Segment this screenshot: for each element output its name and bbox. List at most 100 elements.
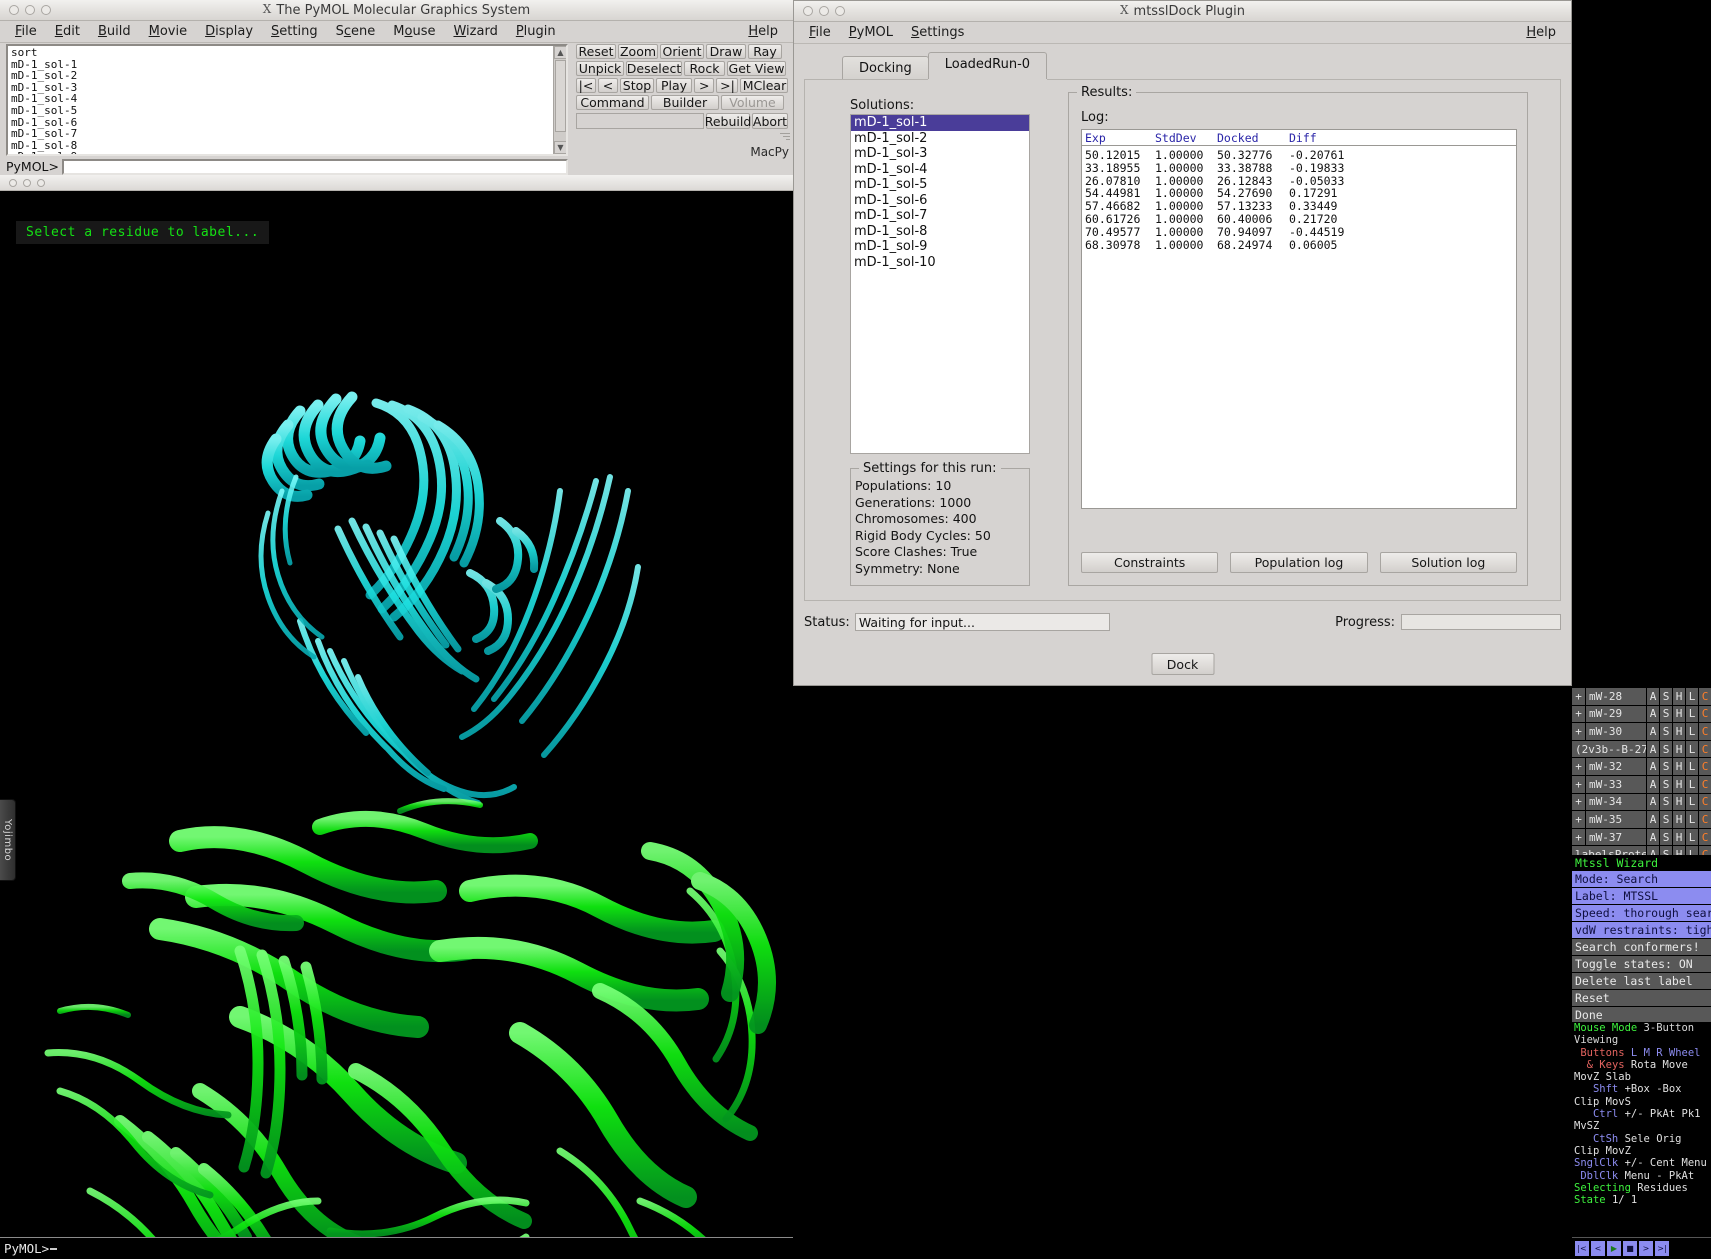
label-button-l[interactable]: L (1685, 741, 1698, 758)
object-name[interactable]: mW-29 (1586, 706, 1646, 723)
mtssl-minimize-dot[interactable] (819, 6, 829, 16)
feedback-scrollbar[interactable]: ▲ ▼ (553, 46, 566, 154)
hide-button-h[interactable]: H (1672, 758, 1685, 775)
action-button-a[interactable]: A (1646, 706, 1659, 723)
menu-scene[interactable]: Scene (327, 23, 385, 40)
hide-button-h[interactable]: H (1672, 829, 1685, 846)
wizard-delete-label-button[interactable]: Delete last label (1572, 973, 1711, 989)
show-button-s[interactable]: S (1659, 723, 1672, 740)
pymol-command-input[interactable] (62, 159, 568, 175)
solution-option[interactable]: mD-1_sol-7 (851, 208, 1029, 224)
show-button-s[interactable]: S (1659, 706, 1672, 723)
color-button-c[interactable]: C (1698, 811, 1711, 828)
color-button-c[interactable]: C (1698, 741, 1711, 758)
close-button-dot[interactable] (9, 5, 19, 15)
hide-button-h[interactable]: H (1672, 741, 1685, 758)
ray-button[interactable]: Ray (748, 44, 782, 59)
hide-button-h[interactable]: H (1672, 794, 1685, 811)
expand-icon[interactable]: + (1572, 723, 1586, 740)
state-row[interactable]: State 1/ 1 (1574, 1194, 1711, 1206)
expand-icon[interactable]: + (1572, 829, 1586, 846)
color-button-c[interactable]: C (1698, 829, 1711, 846)
list-item[interactable]: + mW-37 A S H L C (1572, 829, 1711, 846)
yojimbo-drawer-tab[interactable]: Yojimbo (0, 799, 16, 881)
solution-option[interactable]: mD-1_sol-4 (851, 162, 1029, 178)
solution-option[interactable]: mD-1_sol-5 (851, 177, 1029, 193)
show-button-s[interactable]: S (1659, 811, 1672, 828)
viewer-titlebar[interactable] (0, 175, 793, 191)
viewer-maximize-dot[interactable] (37, 179, 45, 187)
label-button-l[interactable]: L (1685, 829, 1698, 846)
color-button-c[interactable]: C (1698, 688, 1711, 705)
minimize-button-dot[interactable] (25, 5, 35, 15)
volume-button[interactable]: Volume (721, 95, 784, 110)
mtssl-menu-pymol[interactable]: PyMOL (840, 24, 902, 41)
expand-icon[interactable]: + (1572, 794, 1586, 811)
solution-option[interactable]: mD-1_sol-1 (851, 115, 1029, 131)
object-name[interactable]: mW-28 (1586, 688, 1646, 705)
results-log-table[interactable]: Exp StdDev Docked Diff 50.12015 1.00000 … (1081, 129, 1517, 509)
mouse-mode-header[interactable]: Mouse Mode 3-Button Viewing (1574, 1022, 1711, 1047)
population-log-button[interactable]: Population log (1230, 552, 1367, 573)
reset-button[interactable]: Reset (576, 44, 616, 59)
tab-docking[interactable]: Docking (842, 56, 929, 81)
label-button-l[interactable]: L (1685, 794, 1698, 811)
scroll-up-icon[interactable]: ▲ (554, 46, 567, 59)
movie-first-button[interactable]: |< (576, 78, 596, 93)
list-item[interactable]: + mW-29 A S H L C (1572, 706, 1711, 723)
wizard-vdw-row[interactable]: vdW restraints: tight (1572, 922, 1711, 938)
rebuild-button[interactable]: Rebuild (706, 113, 750, 129)
wizard-done-button[interactable]: Done (1572, 1007, 1711, 1023)
list-item[interactable]: + mW-28 A S H L C (1572, 688, 1711, 705)
object-name[interactable]: (2v3b--B-27-GL (1572, 741, 1646, 758)
maximize-button-dot[interactable] (41, 5, 51, 15)
label-button-l[interactable]: L (1685, 688, 1698, 705)
window-controls[interactable] (9, 5, 51, 15)
movie-last-button[interactable]: >| (716, 78, 738, 93)
hide-button-h[interactable]: H (1672, 776, 1685, 793)
selecting-row[interactable]: Selecting Residues (1574, 1182, 1711, 1194)
color-button-c[interactable]: C (1698, 776, 1711, 793)
list-item[interactable]: + mW-30 A S H L C (1572, 723, 1711, 740)
deselect-button[interactable]: Deselect (626, 61, 682, 76)
orient-button[interactable]: Orient (660, 44, 704, 59)
movie-next-button[interactable]: > (694, 78, 714, 93)
solutions-listbox[interactable]: mD-1_sol-1 mD-1_sol-2 mD-1_sol-3 mD-1_so… (850, 114, 1030, 454)
dock-button[interactable]: Dock (1151, 653, 1214, 675)
menu-wizard[interactable]: Wizard (444, 23, 506, 40)
viewer-close-dot[interactable] (9, 179, 17, 187)
pymol-feedback-console[interactable]: sort mD-1_sol-1 mD-1_sol-2 mD-1_sol-3 mD… (6, 44, 568, 156)
object-name[interactable]: mW-35 (1586, 811, 1646, 828)
action-button-a[interactable]: A (1646, 776, 1659, 793)
color-button-c[interactable]: C (1698, 758, 1711, 775)
label-button-l[interactable]: L (1685, 758, 1698, 775)
color-button-c[interactable]: C (1698, 706, 1711, 723)
mtssl-titlebar[interactable]: XmtsslDock Plugin (794, 1, 1571, 22)
solution-option[interactable]: mD-1_sol-2 (851, 131, 1029, 147)
object-name[interactable]: mW-34 (1586, 794, 1646, 811)
menu-plugin[interactable]: Plugin (507, 23, 565, 40)
label-button-l[interactable]: L (1685, 723, 1698, 740)
menu-build[interactable]: Build (89, 23, 140, 40)
show-button-s[interactable]: S (1659, 688, 1672, 705)
wizard-toggle-states-button[interactable]: Toggle states: ON (1572, 956, 1711, 972)
object-name[interactable]: mW-30 (1586, 723, 1646, 740)
hide-button-h[interactable]: H (1672, 688, 1685, 705)
zoom-button[interactable]: Zoom (618, 44, 658, 59)
mclear-button[interactable]: MClear (740, 78, 788, 93)
list-item[interactable]: + mW-34 A S H L C (1572, 794, 1711, 811)
mtssl-menu-settings[interactable]: Settings (902, 24, 973, 41)
action-button-a[interactable]: A (1646, 688, 1659, 705)
playback-last-button[interactable]: >| (1655, 1241, 1669, 1256)
playback-play-button[interactable]: ▶ (1607, 1241, 1621, 1256)
menu-movie[interactable]: Movie (140, 23, 196, 40)
wizard-search-button[interactable]: Search conformers! (1572, 939, 1711, 955)
solution-option[interactable]: mD-1_sol-6 (851, 193, 1029, 209)
show-button-s[interactable]: S (1659, 741, 1672, 758)
show-button-s[interactable]: S (1659, 776, 1672, 793)
show-button-s[interactable]: S (1659, 829, 1672, 846)
playback-next-button[interactable]: > (1639, 1241, 1653, 1256)
expand-icon[interactable]: + (1572, 758, 1586, 775)
wizard-speed-row[interactable]: Speed: thorough search (1572, 905, 1711, 921)
hide-button-h[interactable]: H (1672, 706, 1685, 723)
